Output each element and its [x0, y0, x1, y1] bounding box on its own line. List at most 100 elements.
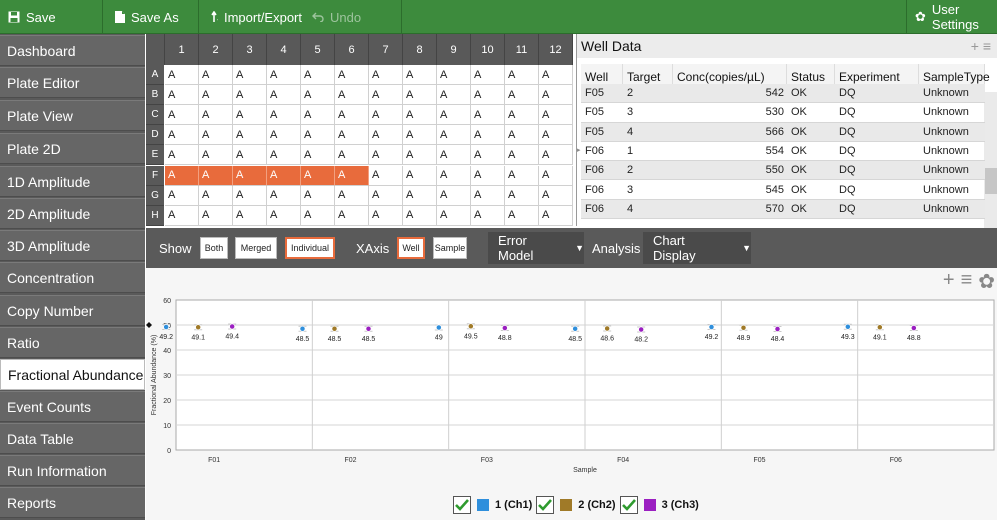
- data-point[interactable]: [774, 326, 781, 332]
- series-checkbox[interactable]: [536, 496, 555, 514]
- plate-well[interactable]: A: [199, 85, 233, 106]
- plate-well[interactable]: A: [369, 65, 403, 86]
- plate-column-header[interactable]: 7: [369, 34, 403, 65]
- plate-well[interactable]: A: [199, 145, 233, 166]
- data-point[interactable]: [604, 325, 611, 332]
- plate-column-header[interactable]: 5: [301, 34, 335, 65]
- plate-well[interactable]: A: [403, 65, 437, 86]
- sample-button[interactable]: Sample: [433, 237, 467, 259]
- sidebar-item-1d-amplitude[interactable]: 1D Amplitude: [0, 166, 145, 197]
- user-settings-button[interactable]: ✿ User Settings: [906, 0, 997, 34]
- sidebar-item-concentration[interactable]: Concentration: [0, 262, 145, 293]
- plate-column-header[interactable]: 8: [403, 34, 437, 65]
- series-checkbox[interactable]: [453, 496, 471, 514]
- plate-well[interactable]: A: [165, 125, 199, 146]
- data-point[interactable]: [910, 325, 917, 331]
- plate-well[interactable]: A: [539, 125, 573, 146]
- plate-column-header[interactable]: 4: [267, 34, 301, 65]
- plate-well[interactable]: A: [301, 105, 335, 126]
- plate-well[interactable]: A: [403, 85, 437, 106]
- series-checkbox[interactable]: [619, 496, 638, 514]
- plate-column-header[interactable]: 9: [437, 34, 471, 65]
- plate-well[interactable]: A: [539, 85, 573, 106]
- data-point[interactable]: [740, 324, 747, 331]
- plate-well[interactable]: A: [165, 145, 199, 166]
- data-point[interactable]: [331, 325, 338, 332]
- plate-well[interactable]: A: [165, 65, 199, 86]
- save-button[interactable]: Save: [0, 0, 103, 34]
- plate-well[interactable]: A: [267, 65, 301, 86]
- plate-well[interactable]: A: [437, 125, 471, 146]
- plate-well[interactable]: A: [505, 85, 539, 106]
- plate-well[interactable]: A: [539, 185, 573, 206]
- data-point[interactable]: [229, 323, 236, 330]
- plate-well[interactable]: A: [369, 165, 403, 186]
- sidebar-item-run-information[interactable]: Run Information: [0, 455, 145, 486]
- plate-well[interactable]: A: [165, 165, 199, 186]
- plate-well[interactable]: A: [471, 185, 505, 206]
- plate-well[interactable]: A: [233, 205, 267, 226]
- plate-well[interactable]: A: [369, 85, 403, 106]
- plate-well[interactable]: A: [301, 125, 335, 146]
- individual-button[interactable]: Individual: [285, 237, 335, 259]
- plate-row-header[interactable]: C: [146, 105, 164, 126]
- sidebar-item-data-table[interactable]: Data Table: [0, 423, 145, 454]
- scroll-thumb[interactable]: [985, 168, 997, 194]
- plate-well[interactable]: A: [233, 165, 267, 186]
- plate-well[interactable]: A: [471, 165, 505, 186]
- plate-well[interactable]: A: [539, 205, 573, 226]
- plate-well[interactable]: A: [369, 105, 403, 126]
- plate-row-header[interactable]: H: [146, 205, 164, 226]
- plate-well[interactable]: A: [233, 65, 267, 86]
- plate-well[interactable]: A: [199, 205, 233, 226]
- plate-well[interactable]: A: [199, 165, 233, 186]
- plate-well[interactable]: A: [267, 205, 301, 226]
- merged-button[interactable]: Merged: [235, 237, 277, 259]
- plate-well[interactable]: A: [471, 105, 505, 126]
- both-button[interactable]: Both: [200, 237, 228, 259]
- plate-column-header[interactable]: 2: [199, 34, 233, 65]
- menu-icon[interactable]: ≡: [961, 269, 973, 294]
- plate-well[interactable]: A: [335, 85, 369, 106]
- plate-well[interactable]: A: [335, 65, 369, 86]
- plate-well[interactable]: A: [335, 165, 369, 186]
- plate-well[interactable]: A: [233, 125, 267, 146]
- sidebar-item-plate-2d[interactable]: Plate 2D: [0, 133, 145, 164]
- plate-column-header[interactable]: 11: [505, 34, 539, 65]
- data-point[interactable]: [435, 324, 442, 331]
- plate-well[interactable]: A: [471, 205, 505, 226]
- plate-well[interactable]: A: [505, 165, 539, 186]
- sidebar-item-plate-view[interactable]: Plate View: [0, 100, 145, 131]
- plate-well[interactable]: A: [471, 125, 505, 146]
- plate-well[interactable]: A: [403, 165, 437, 186]
- plate-well[interactable]: A: [471, 85, 505, 106]
- save-as-button[interactable]: Save As: [103, 0, 199, 34]
- plate-well[interactable]: A: [335, 185, 369, 206]
- plate-well[interactable]: A: [437, 185, 471, 206]
- plate-well[interactable]: A: [335, 145, 369, 166]
- plate-well[interactable]: A: [369, 185, 403, 206]
- plate-well[interactable]: A: [267, 125, 301, 146]
- plate-row-header[interactable]: A: [146, 65, 164, 86]
- sidebar-item-copy-number[interactable]: Copy Number: [0, 295, 145, 326]
- plate-well[interactable]: A: [233, 185, 267, 206]
- plate-well[interactable]: A: [199, 105, 233, 126]
- plate-well[interactable]: A: [267, 185, 301, 206]
- well-data-tools[interactable]: + ≡: [971, 38, 991, 54]
- undo-button[interactable]: Undo: [302, 0, 402, 34]
- plate-well[interactable]: A: [505, 105, 539, 126]
- plate-well[interactable]: A: [539, 65, 573, 86]
- data-point[interactable]: [572, 325, 579, 332]
- chart-display-dropdown[interactable]: Chart Display ▼: [643, 232, 751, 264]
- plus-icon[interactable]: +: [971, 38, 979, 54]
- plate-well[interactable]: A: [301, 185, 335, 206]
- data-point[interactable]: [467, 323, 474, 330]
- sidebar-item-ratio[interactable]: Ratio: [0, 327, 145, 358]
- plate-well[interactable]: A: [505, 205, 539, 226]
- plate-well[interactable]: A: [505, 145, 539, 166]
- plate-well[interactable]: A: [505, 185, 539, 206]
- plate-row-header[interactable]: F: [146, 165, 164, 186]
- well-button[interactable]: Well: [397, 237, 425, 259]
- plate-well[interactable]: A: [403, 205, 437, 226]
- plate-column-header[interactable]: 10: [471, 34, 505, 65]
